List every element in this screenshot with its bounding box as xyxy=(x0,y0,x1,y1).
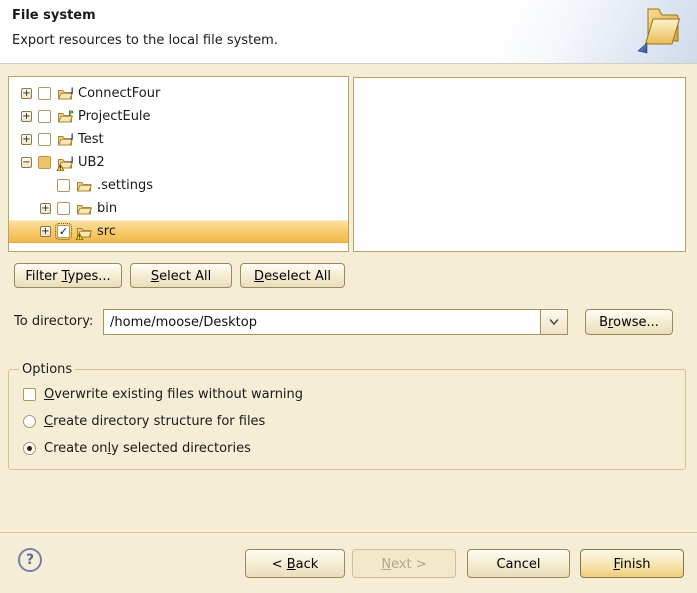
tree-item-label: .settings xyxy=(97,178,153,193)
expand-toggle-icon[interactable]: + xyxy=(40,226,51,237)
button-label: eselect All xyxy=(264,269,331,284)
deselect-all-button[interactable]: Deselect All xyxy=(240,263,345,288)
tree-item-label: UB2 xyxy=(78,155,105,170)
expand-toggle-icon[interactable]: + xyxy=(21,88,32,99)
option-label: Create only selected directories xyxy=(44,441,251,456)
folder-icon xyxy=(76,178,92,194)
help-button[interactable]: ? xyxy=(18,548,42,572)
finish-button[interactable]: Finish xyxy=(580,549,684,578)
export-folder-icon xyxy=(633,3,687,59)
button-label: ext > xyxy=(391,557,427,572)
browse-button[interactable]: Browse... xyxy=(585,309,673,335)
button-label: Filter xyxy=(25,269,61,284)
tree-item-test[interactable]: + J Test xyxy=(9,128,348,151)
wizard-banner: File system Export resources to the loca… xyxy=(0,0,697,64)
page-description: Export resources to the local file syste… xyxy=(12,33,278,48)
folder-warning-icon xyxy=(76,224,92,240)
button-label: B xyxy=(287,557,296,572)
tree-item-connectfour[interactable]: + J ConnectFour xyxy=(9,82,348,105)
question-mark-icon: ? xyxy=(26,552,34,568)
java-project-warning-icon: J xyxy=(57,155,73,171)
overwrite-option[interactable]: Overwrite existing files without warning xyxy=(9,381,685,408)
options-legend: Options xyxy=(19,362,75,377)
directory-input[interactable] xyxy=(103,309,540,335)
create-structure-option[interactable]: Create directory structure for files xyxy=(9,408,685,435)
tree-item-ub2[interactable]: − J UB2 xyxy=(9,151,348,174)
button-label: elect All xyxy=(159,269,211,284)
page-title: File system xyxy=(12,8,96,23)
options-group: Options Overwrite existing files without… xyxy=(8,362,686,470)
filter-types-button[interactable]: Filter Types... xyxy=(14,263,122,288)
create-selected-option[interactable]: Create only selected directories xyxy=(9,435,685,462)
tree-item-label: Test xyxy=(78,132,104,147)
svg-text:J: J xyxy=(70,132,74,140)
expand-toggle-icon[interactable]: + xyxy=(21,111,32,122)
directory-dropdown-button[interactable] xyxy=(540,309,568,335)
option-label: Overwrite existing files without warning xyxy=(44,387,303,402)
svg-text:P: P xyxy=(68,109,73,117)
button-label: Cancel xyxy=(496,557,540,572)
to-directory-label: To directory: xyxy=(14,309,93,335)
create-structure-radio[interactable] xyxy=(23,415,36,428)
cancel-button[interactable]: Cancel xyxy=(467,549,570,578)
button-label: B xyxy=(599,315,608,330)
button-label: inish xyxy=(620,557,650,572)
expand-toggle-icon[interactable]: + xyxy=(21,134,32,145)
tree-item-label: src xyxy=(97,224,116,239)
option-label: Create directory structure for files xyxy=(44,414,265,429)
collapse-toggle-icon[interactable]: − xyxy=(21,157,32,168)
file-list-panel[interactable] xyxy=(353,77,686,252)
tree-item-label: ProjectEule xyxy=(78,109,151,124)
expand-toggle-icon[interactable]: + xyxy=(40,203,51,214)
folder-icon xyxy=(76,201,92,217)
tree-item-settings[interactable]: .settings xyxy=(9,174,348,197)
checkbox-bin[interactable] xyxy=(57,202,70,215)
button-label: S xyxy=(151,269,159,284)
tree-item-label: ConnectFour xyxy=(78,86,160,101)
button-label: ack xyxy=(296,557,319,572)
back-button[interactable]: < Back xyxy=(245,549,345,578)
select-all-button[interactable]: Select All xyxy=(130,263,232,288)
checkbox-test[interactable] xyxy=(38,133,51,146)
button-label: owse... xyxy=(613,315,659,330)
svg-text:J: J xyxy=(70,86,74,94)
tree-item-label: bin xyxy=(97,201,117,216)
checkbox-projecteule[interactable] xyxy=(38,110,51,123)
checkbox-settings[interactable] xyxy=(57,179,70,192)
checkbox-src-checked[interactable] xyxy=(57,225,70,238)
tree-item-bin[interactable]: + bin xyxy=(9,197,348,220)
button-label: ypes... xyxy=(68,269,111,284)
next-button-disabled: Next > xyxy=(352,549,456,578)
resource-tree[interactable]: + J ConnectFour + P ProjectEule + J Test… xyxy=(8,76,349,252)
svg-text:J: J xyxy=(70,155,74,163)
checkbox-connectfour[interactable] xyxy=(38,87,51,100)
chevron-down-icon xyxy=(548,318,560,326)
tree-item-projecteule[interactable]: + P ProjectEule xyxy=(9,105,348,128)
button-label: N xyxy=(381,557,391,572)
overwrite-checkbox[interactable] xyxy=(23,388,36,401)
export-wizard-dialog: File system Export resources to the loca… xyxy=(0,0,697,593)
java-project-icon: J xyxy=(57,132,73,148)
footer-separator xyxy=(0,532,697,533)
java-project-icon: J xyxy=(57,86,73,102)
java-project-p-icon: P xyxy=(57,109,73,125)
checkbox-ub2-grayed[interactable] xyxy=(38,156,51,169)
button-label: < xyxy=(272,557,287,572)
button-label: D xyxy=(254,269,264,284)
create-selected-radio-on[interactable] xyxy=(23,442,36,455)
tree-item-src-selected[interactable]: + src xyxy=(9,220,348,243)
